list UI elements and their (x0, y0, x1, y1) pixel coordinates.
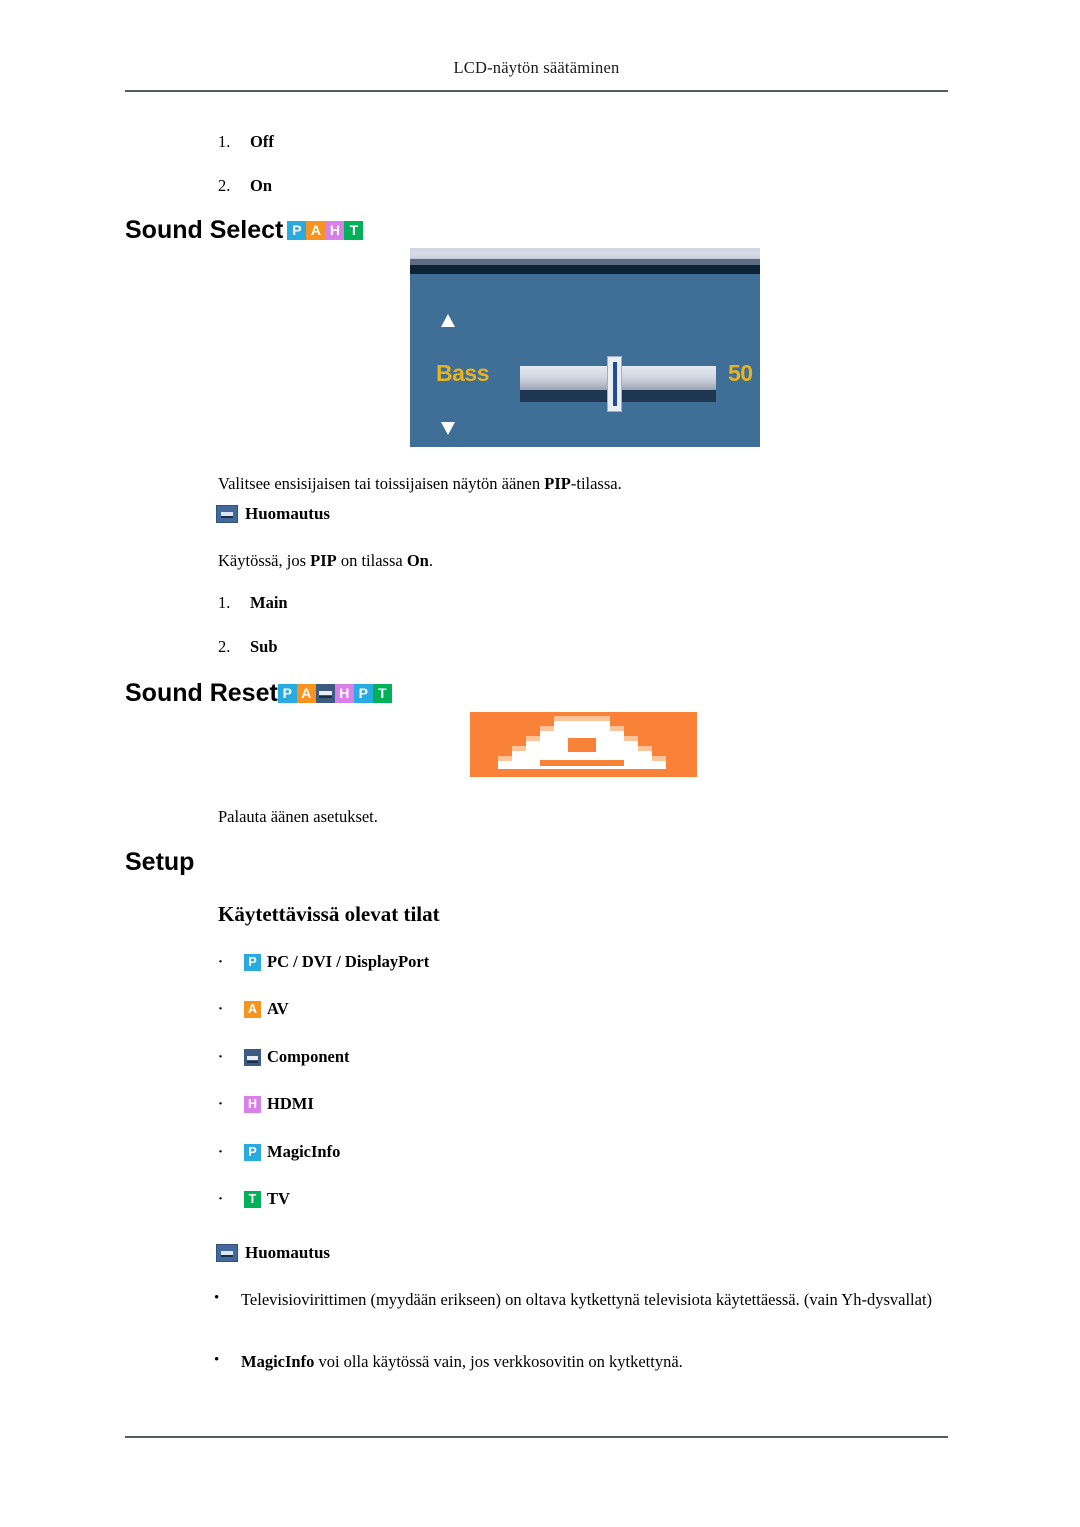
note-prefix: Käytössä, jos (218, 551, 311, 570)
mode-label: MagicInfo (267, 1142, 341, 1161)
badge-p-icon: P (287, 221, 307, 240)
note-icon (216, 505, 238, 523)
note-suffix: . (428, 551, 433, 570)
badge-a-icon: A (244, 1000, 261, 1018)
note-middle: on tilassa (336, 551, 407, 570)
header-divider (125, 90, 948, 92)
badge-h-icon: H (325, 221, 345, 240)
mode-item-component: · Component (218, 1047, 350, 1067)
heading-setup: Setup (125, 848, 194, 877)
heading-text: Setup (125, 848, 195, 876)
sound-reset-description: Palauta äänen asetukset. (218, 807, 378, 826)
note-heading-2: Huomautus (216, 1243, 330, 1263)
note-text: Televisiovirittimen (myydään erikseen) o… (241, 1290, 933, 1309)
mode-label: Component (267, 1047, 350, 1066)
bullet-icon: · (218, 1143, 224, 1160)
mode-label: PC / DVI / DisplayPort (267, 952, 430, 971)
arrow-up-icon (441, 314, 455, 327)
av-letter-a-glyph (498, 716, 666, 769)
note-text: MagicInfo voi olla käytössä vain, jos ve… (241, 1350, 949, 1374)
badge-component-icon (315, 684, 335, 703)
sound-select-description: Valitsee ensisijaisen tai toissijaisen n… (218, 472, 858, 496)
mode-item-hdmi: · H HDMI (218, 1094, 314, 1114)
mode-item-magicinfo: · P MagicInfo (218, 1142, 340, 1162)
heading-sound-select: Sound Select P A H T (125, 216, 364, 245)
desc-suffix: -tilassa. (570, 474, 622, 493)
heading-text: Sound Reset (125, 679, 278, 707)
osd-screenshot-bass: Bass 50 (410, 248, 760, 447)
bullet-icon: • (214, 1352, 220, 1368)
osd-slider-handle[interactable] (607, 356, 622, 412)
list-item-sub: 2. Sub (218, 637, 278, 657)
list-number: 2. (218, 637, 231, 656)
note-label: Huomautus (245, 504, 331, 523)
bullet-icon: · (218, 953, 224, 970)
av-mode-image (470, 712, 697, 777)
list-item-on: 2. On (218, 176, 272, 196)
list-label: Main (250, 593, 288, 612)
badge-p-icon: P (244, 1143, 261, 1161)
heading-text: Sound Select (125, 216, 284, 244)
list-number: 2. (218, 176, 231, 195)
list-label: On (250, 176, 273, 195)
list-number: 1. (218, 593, 231, 612)
sound-select-note-text: Käytössä, jos PIP on tilassa On. (218, 549, 858, 573)
desc-prefix: Valitsee ensisijaisen tai toissijaisen n… (218, 474, 545, 493)
bullet-icon: · (218, 1048, 224, 1065)
note-heading-1: Huomautus (216, 504, 330, 524)
osd-body: Bass 50 (410, 274, 760, 447)
osd-titlebar-highlight (410, 248, 760, 259)
page-header-title: LCD-näytön säätäminen (453, 58, 620, 77)
bullet-icon: · (218, 1190, 224, 1207)
note-bullet-magicinfo: • MagicInfo voi olla käytössä vain, jos … (214, 1350, 949, 1374)
subheading-available-modes: Käytettävissä olevat tilat (218, 902, 440, 926)
badge-t-icon: T (244, 1190, 261, 1208)
note-bold-1: PIP (310, 551, 337, 570)
osd-setting-label: Bass (436, 360, 489, 386)
badge-h-icon: H (244, 1095, 261, 1113)
badge-p-icon: P (244, 953, 261, 971)
mode-label: TV (267, 1189, 290, 1208)
note-bold-2: On (406, 551, 429, 570)
list-label: Off (250, 132, 274, 151)
bullet-icon: · (218, 1000, 224, 1017)
badge-t-icon: T (372, 684, 392, 703)
list-item-main: 1. Main (218, 593, 288, 613)
document-page: LCD-näytön säätäminen 1. Off 2. On Sound S… (0, 0, 1080, 1527)
desc-bold: PIP (544, 474, 571, 493)
badge-p-icon: P (277, 684, 297, 703)
mode-badge-group: P A H T (287, 221, 364, 240)
note-text-bold: MagicInfo (241, 1352, 315, 1371)
mode-item-pc-dvi-displayport: · P PC / DVI / DisplayPort (218, 952, 429, 972)
osd-value: 50 (728, 360, 753, 386)
bullet-icon: • (214, 1290, 220, 1306)
bullet-icon: · (218, 1095, 224, 1112)
list-number: 1. (218, 132, 231, 151)
badge-t-icon: T (344, 221, 364, 240)
list-label: Sub (250, 637, 278, 656)
heading-sound-reset: Sound Reset P A H P T (125, 679, 392, 708)
badge-a-icon: A (306, 221, 326, 240)
note-icon (216, 1244, 238, 1262)
badge-a-icon: A (296, 684, 316, 703)
mode-item-tv: · T TV (218, 1189, 290, 1209)
mode-item-av: · A AV (218, 999, 289, 1019)
badge-p-icon: P (353, 684, 373, 703)
osd-titlebar-shadow (410, 265, 760, 274)
footer-divider (125, 1436, 948, 1438)
note-label: Huomautus (245, 1243, 331, 1262)
badge-h-icon: H (334, 684, 354, 703)
list-item-off: 1. Off (218, 132, 274, 152)
mode-label: AV (267, 999, 289, 1018)
badge-component-icon (244, 1048, 261, 1066)
arrow-down-icon (441, 422, 455, 435)
mode-label: HDMI (267, 1094, 314, 1113)
note-text-rest: voi olla käytössä vain, jos verkkosoviti… (314, 1352, 683, 1371)
osd-slider[interactable] (520, 356, 716, 412)
mode-badge-group: P A H P T (277, 684, 392, 703)
note-bullet-tv-tuner: • Televisiovirittimen (myydään erikseen)… (214, 1288, 949, 1312)
